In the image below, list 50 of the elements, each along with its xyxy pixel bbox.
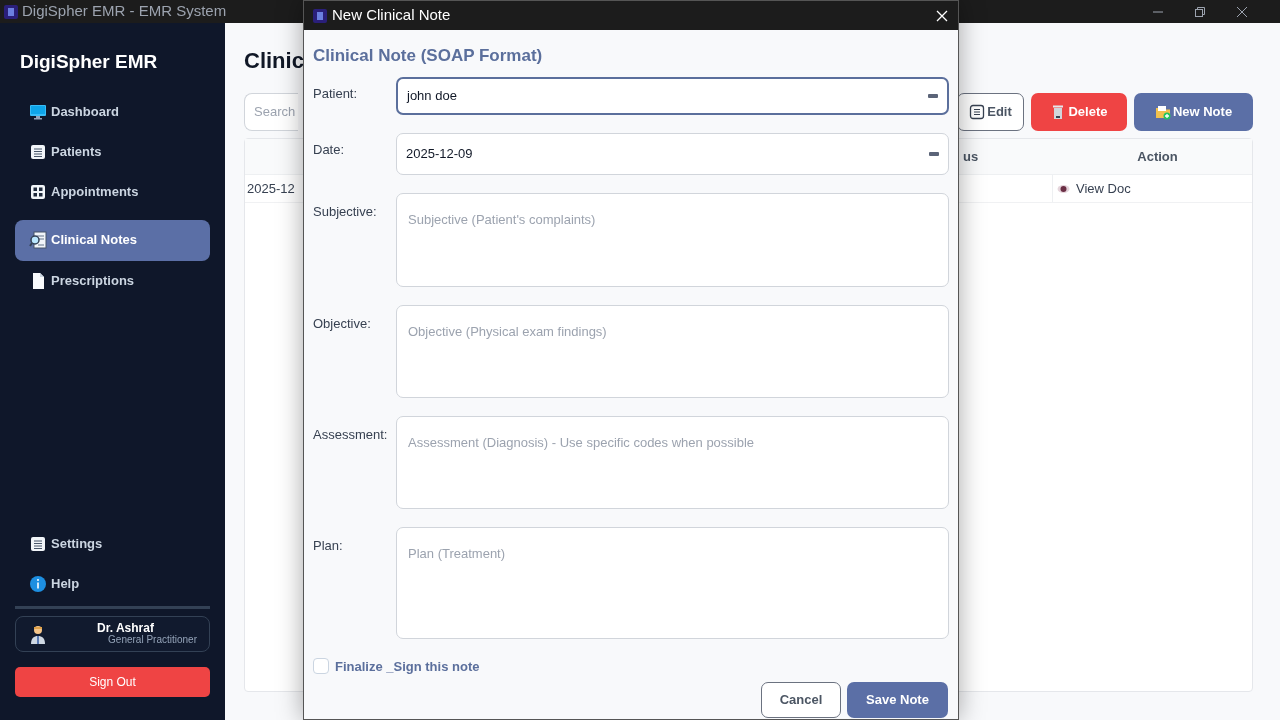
field-label: Assessment: bbox=[313, 425, 389, 444]
restore-icon[interactable] bbox=[1194, 5, 1206, 18]
edit-icon bbox=[969, 104, 986, 120]
dialog-title: New Clinical Note bbox=[332, 5, 451, 26]
field-label: Subjective: bbox=[313, 202, 378, 221]
dropdown-icon bbox=[929, 151, 939, 156]
dropdown-icon bbox=[928, 93, 938, 98]
cancel-button[interactable]: Cancel bbox=[761, 682, 841, 718]
checkbox[interactable] bbox=[313, 658, 329, 675]
close-icon[interactable] bbox=[1236, 5, 1248, 18]
doctor-icon bbox=[28, 624, 48, 644]
app-icon bbox=[4, 4, 18, 19]
column-header: Action bbox=[1136, 147, 1179, 166]
toolbar-button[interactable]: Edit bbox=[957, 93, 1024, 131]
window-title: DigiSpher EMR - EMR System bbox=[22, 1, 227, 22]
grid-icon bbox=[29, 182, 47, 201]
sidebar-item[interactable]: Clinical Notes bbox=[15, 219, 210, 261]
desktop-icon bbox=[29, 102, 47, 121]
sidebar-item[interactable]: Settings bbox=[15, 532, 210, 556]
sidebar-item[interactable]: Appointments bbox=[15, 179, 210, 204]
folder-plus-icon bbox=[1154, 104, 1171, 120]
save-button[interactable]: Save Note bbox=[847, 682, 948, 718]
user-name: Dr. Ashraf bbox=[97, 623, 154, 634]
eye-icon bbox=[1057, 183, 1070, 194]
sidebar-item[interactable]: Patients bbox=[15, 139, 210, 164]
column-header: us bbox=[963, 147, 980, 166]
sidebar-item[interactable]: Dashboard bbox=[15, 99, 210, 124]
dialog-heading: Clinical Note (SOAP Format) bbox=[313, 45, 544, 67]
field-label: Plan: bbox=[313, 536, 344, 555]
app-icon bbox=[313, 8, 327, 23]
sidebar-item[interactable]: Help bbox=[15, 572, 210, 596]
field-label: Patient: bbox=[313, 84, 359, 103]
dropdown-field[interactable]: john doe bbox=[396, 76, 949, 115]
dropdown-field[interactable]: 2025-12-09 bbox=[396, 132, 949, 175]
sidebar-item[interactable]: Prescriptions bbox=[15, 268, 210, 293]
user-role: General Practitioner bbox=[108, 634, 197, 645]
page-title: Clinic bbox=[244, 47, 304, 75]
info-icon bbox=[29, 575, 47, 593]
list-icon bbox=[29, 535, 47, 553]
view-doc-link[interactable]: View Doc bbox=[1076, 178, 1131, 199]
sign-out-button[interactable]: Sign Out bbox=[15, 667, 210, 697]
toolbar-button[interactable]: Delete bbox=[1031, 93, 1127, 131]
list-icon bbox=[29, 142, 47, 161]
brand-title: DigiSpher EMR bbox=[20, 50, 159, 74]
field-label: Date: bbox=[313, 140, 346, 159]
table-cell-text: 2025-12 bbox=[246, 179, 293, 198]
magnifier-document-icon bbox=[29, 231, 47, 249]
toolbar-button[interactable]: New Note bbox=[1134, 93, 1253, 131]
field-label: Objective: bbox=[313, 314, 372, 333]
checkbox-label[interactable]: Finalize _Sign this note bbox=[335, 656, 480, 676]
